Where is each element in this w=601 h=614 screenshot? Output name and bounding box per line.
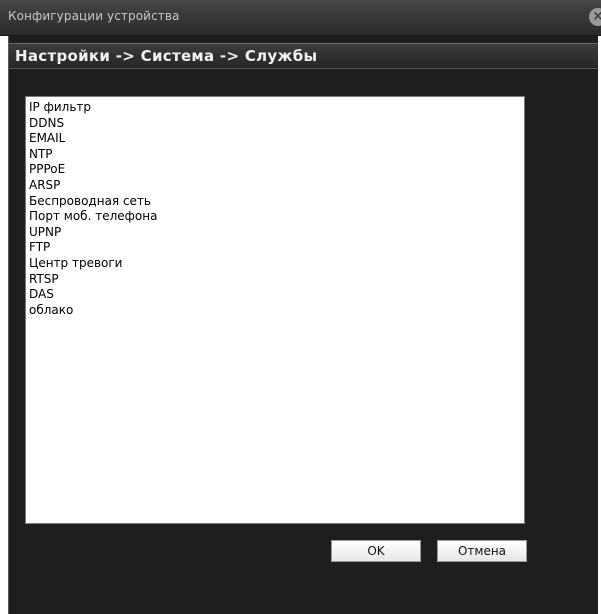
breadcrumb: Настройки -> Система -> Службы xyxy=(15,47,318,65)
list-item-das[interactable]: DAS xyxy=(29,287,524,303)
list-item-cloud[interactable]: облако xyxy=(29,303,524,319)
dialog-body: Настройки -> Система -> Службы IP фильтр… xyxy=(8,36,598,614)
cancel-button[interactable]: Отмена xyxy=(437,540,527,562)
list-item-alarm-center[interactable]: Центр тревоги xyxy=(29,256,524,272)
close-icon[interactable]: × xyxy=(589,8,601,26)
list-item-pppoe[interactable]: PPPoE xyxy=(29,162,524,178)
list-item-email[interactable]: EMAIL xyxy=(29,131,524,147)
list-item-ddns[interactable]: DDNS xyxy=(29,116,524,132)
list-item-wireless[interactable]: Беспроводная сеть xyxy=(29,194,524,210)
list-item-arsp[interactable]: ARSP xyxy=(29,178,524,194)
list-item-upnp[interactable]: UPNP xyxy=(29,225,524,241)
breadcrumb-bar: Настройки -> Система -> Службы xyxy=(9,43,598,69)
ok-button[interactable]: OK xyxy=(331,540,421,562)
device-config-window: Конфигурации устройства × Настройки -> С… xyxy=(0,0,601,614)
list-item-ip-filter[interactable]: IP фильтр xyxy=(29,100,524,116)
window-title: Конфигурации устройства xyxy=(8,9,180,23)
services-list[interactable]: IP фильтр DDNS EMAIL NTP PPPoE ARSP Бесп… xyxy=(25,96,525,524)
list-item-mobile-port[interactable]: Порт моб. телефона xyxy=(29,209,524,225)
list-item-ftp[interactable]: FTP xyxy=(29,240,524,256)
list-item-rtsp[interactable]: RTSP xyxy=(29,272,524,288)
list-item-ntp[interactable]: NTP xyxy=(29,147,524,163)
title-bar[interactable]: Конфигурации устройства × xyxy=(0,0,601,36)
